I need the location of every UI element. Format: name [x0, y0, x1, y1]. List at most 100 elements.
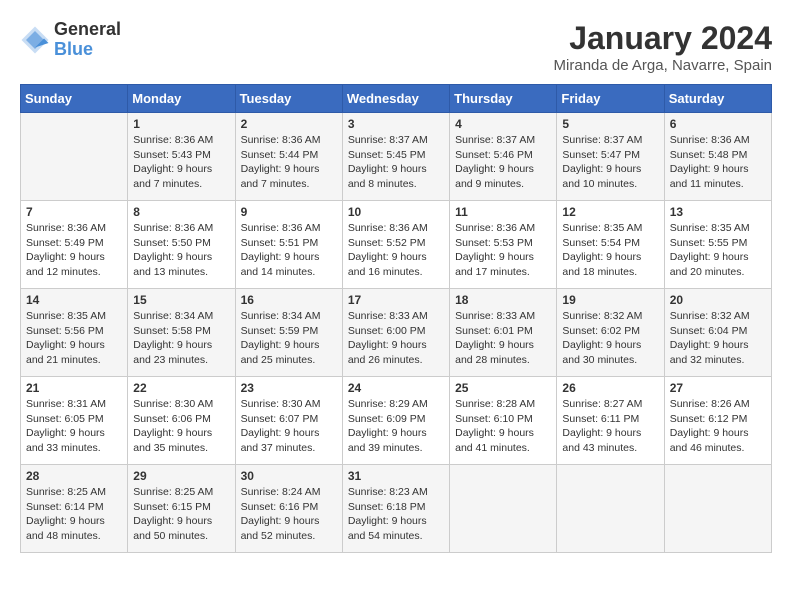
calendar-cell: 13 Sunrise: 8:35 AMSunset: 5:55 PMDayligh… [664, 201, 771, 289]
title-block: January 2024 Miranda de Arga, Navarre, S… [554, 20, 772, 74]
header-monday: Monday [128, 85, 235, 113]
day-number: 30 [241, 469, 337, 483]
calendar-cell: 22 Sunrise: 8:30 AMSunset: 6:06 PMDayligh… [128, 377, 235, 465]
day-info: Sunrise: 8:36 AMSunset: 5:50 PMDaylight:… [133, 221, 229, 280]
day-number: 10 [348, 205, 444, 219]
day-number: 8 [133, 205, 229, 219]
day-number: 6 [670, 117, 766, 131]
day-number: 25 [455, 381, 551, 395]
calendar-cell: 5 Sunrise: 8:37 AMSunset: 5:47 PMDaylight… [557, 113, 664, 201]
logo-text: General Blue [54, 20, 121, 60]
day-info: Sunrise: 8:25 AMSunset: 6:14 PMDaylight:… [26, 485, 122, 544]
week-row-5: 28 Sunrise: 8:25 AMSunset: 6:14 PMDayligh… [21, 465, 772, 553]
calendar-cell: 25 Sunrise: 8:28 AMSunset: 6:10 PMDayligh… [450, 377, 557, 465]
day-number: 16 [241, 293, 337, 307]
day-info: Sunrise: 8:34 AMSunset: 5:58 PMDaylight:… [133, 309, 229, 368]
day-info: Sunrise: 8:28 AMSunset: 6:10 PMDaylight:… [455, 397, 551, 456]
calendar-cell: 26Sunrise: 8:27 AMSunset: 6:11 PMDayligh… [557, 377, 664, 465]
calendar-cell: 14Sunrise: 8:35 AMSunset: 5:56 PMDayligh… [21, 289, 128, 377]
day-info: Sunrise: 8:24 AMSunset: 6:16 PMDaylight:… [241, 485, 337, 544]
day-number: 19 [562, 293, 658, 307]
week-row-1: 1Sunrise: 8:36 AMSunset: 5:43 PMDaylight… [21, 113, 772, 201]
calendar-cell: 20Sunrise: 8:32 AMSunset: 6:04 PMDayligh… [664, 289, 771, 377]
day-info: Sunrise: 8:36 AMSunset: 5:48 PMDaylight:… [670, 133, 766, 192]
calendar-cell: 11Sunrise: 8:36 AMSunset: 5:53 PMDayligh… [450, 201, 557, 289]
calendar-cell: 10Sunrise: 8:36 AMSunset: 5:52 PMDayligh… [342, 201, 449, 289]
day-info: Sunrise: 8:31 AMSunset: 6:05 PMDaylight:… [26, 397, 122, 456]
day-info: Sunrise: 8:36 AMSunset: 5:44 PMDaylight:… [241, 133, 337, 192]
day-number: 17 [348, 293, 444, 307]
header-sunday: Sunday [21, 85, 128, 113]
day-number: 14 [26, 293, 122, 307]
calendar-cell: 12Sunrise: 8:35 AMSunset: 5:54 PMDayligh… [557, 201, 664, 289]
month-title: January 2024 [554, 20, 772, 57]
week-row-2: 7Sunrise: 8:36 AMSunset: 5:49 PMDaylight… [21, 201, 772, 289]
day-number: 22 [133, 381, 229, 395]
header-saturday: Saturday [664, 85, 771, 113]
day-info: Sunrise: 8:36 AMSunset: 5:49 PMDaylight:… [26, 221, 122, 280]
day-info: Sunrise: 8:37 AMSunset: 5:45 PMDaylight:… [348, 133, 444, 192]
day-info: Sunrise: 8:23 AMSunset: 6:18 PMDaylight:… [348, 485, 444, 544]
day-number: 5 [562, 117, 658, 131]
calendar-cell: 29 Sunrise: 8:25 AMSunset: 6:15 PMDayligh… [128, 465, 235, 553]
day-number: 13 [670, 205, 766, 219]
calendar-cell: 19 Sunrise: 8:32 AMSunset: 6:02 PMDayligh… [557, 289, 664, 377]
calendar-body: 1Sunrise: 8:36 AMSunset: 5:43 PMDaylight… [21, 113, 772, 553]
day-info: Sunrise: 8:29 AMSunset: 6:09 PMDaylight:… [348, 397, 444, 456]
day-info: Sunrise: 8:36 AMSunset: 5:51 PMDaylight:… [241, 221, 337, 280]
day-number: 4 [455, 117, 551, 131]
day-info: Sunrise: 8:37 AMSunset: 5:47 PMDaylight:… [562, 133, 658, 192]
calendar-cell: 4 Sunrise: 8:37 AMSunset: 5:46 PMDaylight… [450, 113, 557, 201]
week-row-4: 21Sunrise: 8:31 AMSunset: 6:05 PMDayligh… [21, 377, 772, 465]
page-header: General Blue January 2024 Miranda de Arg… [20, 20, 772, 74]
calendar-cell: 27 Sunrise: 8:26 AMSunset: 6:12 PMDayligh… [664, 377, 771, 465]
logo-icon [20, 25, 50, 55]
calendar-cell: 2 Sunrise: 8:36 AMSunset: 5:44 PMDaylight… [235, 113, 342, 201]
day-info: Sunrise: 8:26 AMSunset: 6:12 PMDaylight:… [670, 397, 766, 456]
calendar-cell: 28 Sunrise: 8:25 AMSunset: 6:14 PMDayligh… [21, 465, 128, 553]
header-thursday: Thursday [450, 85, 557, 113]
day-number: 23 [241, 381, 337, 395]
day-info: Sunrise: 8:33 AMSunset: 6:00 PMDaylight:… [348, 309, 444, 368]
calendar-cell: 6 Sunrise: 8:36 AMSunset: 5:48 PMDaylight… [664, 113, 771, 201]
calendar-cell: 23Sunrise: 8:30 AMSunset: 6:07 PMDayligh… [235, 377, 342, 465]
day-info: Sunrise: 8:30 AMSunset: 6:06 PMDaylight:… [133, 397, 229, 456]
calendar-cell: 30 Sunrise: 8:24 AMSunset: 6:16 PMDayligh… [235, 465, 342, 553]
day-info: Sunrise: 8:37 AMSunset: 5:46 PMDaylight:… [455, 133, 551, 192]
day-number: 27 [670, 381, 766, 395]
day-number: 2 [241, 117, 337, 131]
calendar-cell: 9 Sunrise: 8:36 AMSunset: 5:51 PMDaylight… [235, 201, 342, 289]
calendar-cell: 7Sunrise: 8:36 AMSunset: 5:49 PMDaylight… [21, 201, 128, 289]
day-number: 9 [241, 205, 337, 219]
calendar-cell: 21Sunrise: 8:31 AMSunset: 6:05 PMDayligh… [21, 377, 128, 465]
header-wednesday: Wednesday [342, 85, 449, 113]
logo-general: General [54, 20, 121, 40]
day-number: 28 [26, 469, 122, 483]
day-info: Sunrise: 8:32 AMSunset: 6:02 PMDaylight:… [562, 309, 658, 368]
calendar-cell: 15 Sunrise: 8:34 AMSunset: 5:58 PMDayligh… [128, 289, 235, 377]
day-info: Sunrise: 8:25 AMSunset: 6:15 PMDaylight:… [133, 485, 229, 544]
day-number: 24 [348, 381, 444, 395]
logo: General Blue [20, 20, 121, 60]
day-number: 29 [133, 469, 229, 483]
calendar-cell: 24 Sunrise: 8:29 AMSunset: 6:09 PMDayligh… [342, 377, 449, 465]
day-info: Sunrise: 8:27 AMSunset: 6:11 PMDaylight:… [562, 397, 658, 456]
day-number: 11 [455, 205, 551, 219]
calendar-cell: 8 Sunrise: 8:36 AMSunset: 5:50 PMDaylight… [128, 201, 235, 289]
calendar-cell: 17 Sunrise: 8:33 AMSunset: 6:00 PMDayligh… [342, 289, 449, 377]
location: Miranda de Arga, Navarre, Spain [554, 57, 772, 74]
day-info: Sunrise: 8:34 AMSunset: 5:59 PMDaylight:… [241, 309, 337, 368]
calendar-cell [450, 465, 557, 553]
logo-blue: Blue [54, 40, 121, 60]
calendar-cell: 18Sunrise: 8:33 AMSunset: 6:01 PMDayligh… [450, 289, 557, 377]
day-info: Sunrise: 8:35 AMSunset: 5:55 PMDaylight:… [670, 221, 766, 280]
day-number: 3 [348, 117, 444, 131]
day-info: Sunrise: 8:36 AMSunset: 5:43 PMDaylight:… [133, 133, 229, 192]
day-info: Sunrise: 8:32 AMSunset: 6:04 PMDaylight:… [670, 309, 766, 368]
calendar-cell: 1Sunrise: 8:36 AMSunset: 5:43 PMDaylight… [128, 113, 235, 201]
calendar-cell [557, 465, 664, 553]
header-tuesday: Tuesday [235, 85, 342, 113]
calendar-table: SundayMondayTuesdayWednesdayThursdayFrid… [20, 84, 772, 553]
day-number: 18 [455, 293, 551, 307]
day-number: 15 [133, 293, 229, 307]
